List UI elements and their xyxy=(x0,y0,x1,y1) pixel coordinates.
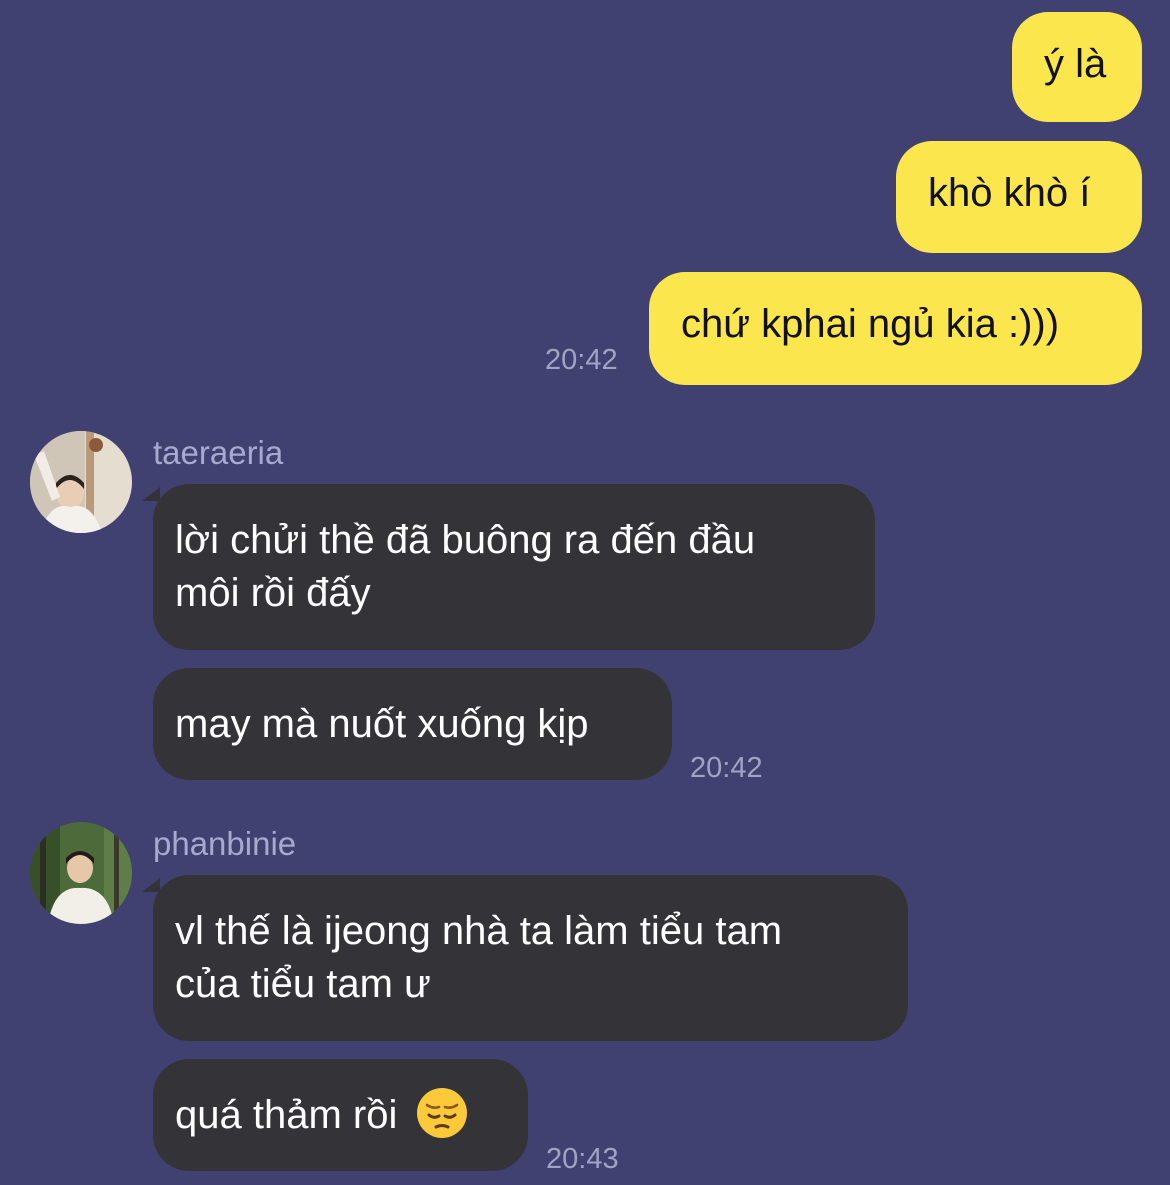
incoming-message[interactable]: may mà nuốt xuống kịp xyxy=(153,668,672,780)
message-timestamp: 20:43 xyxy=(546,1143,619,1175)
incoming-message[interactable]: quá thảm rồi xyxy=(153,1059,528,1171)
message-text: ý là xyxy=(1044,42,1107,86)
message-text: khò khò í xyxy=(928,171,1091,215)
avatar-photo xyxy=(30,431,132,533)
message-timestamp: 20:42 xyxy=(545,344,618,376)
message-text-line: của tiểu tam ư xyxy=(175,962,431,1006)
bubble-tail xyxy=(142,487,160,501)
message-timestamp: 20:42 xyxy=(690,752,763,784)
incoming-message[interactable]: lời chửi thề đã buông ra đến đầu môi rồi… xyxy=(153,484,875,650)
message-text-line: lời chửi thề đã buông ra đến đầu xyxy=(175,518,756,562)
bubble-tail xyxy=(142,878,160,892)
outgoing-message[interactable]: ý là xyxy=(1012,12,1142,122)
message-text-line: môi rồi đấy xyxy=(175,571,371,615)
sender-name: phanbinie xyxy=(153,825,297,862)
avatar[interactable] xyxy=(30,431,132,533)
pensive-face-icon xyxy=(417,1088,468,1139)
sender-name: taeraeria xyxy=(153,434,284,471)
message-text-line: vl thế là ijeong nhà ta làm tiểu tam xyxy=(175,909,783,953)
outgoing-message[interactable]: khò khò í xyxy=(896,141,1142,253)
avatar[interactable] xyxy=(30,822,132,924)
message-text: quá thảm rồi xyxy=(175,1093,398,1137)
outgoing-message[interactable]: chứ kphai ngủ kia :))) xyxy=(649,272,1142,385)
message-text: may mà nuốt xuống kịp xyxy=(175,702,589,746)
incoming-message[interactable]: vl thế là ijeong nhà ta làm tiểu tam của… xyxy=(153,875,908,1041)
avatar-photo xyxy=(30,822,132,924)
message-text: chứ kphai ngủ kia :))) xyxy=(681,302,1060,346)
